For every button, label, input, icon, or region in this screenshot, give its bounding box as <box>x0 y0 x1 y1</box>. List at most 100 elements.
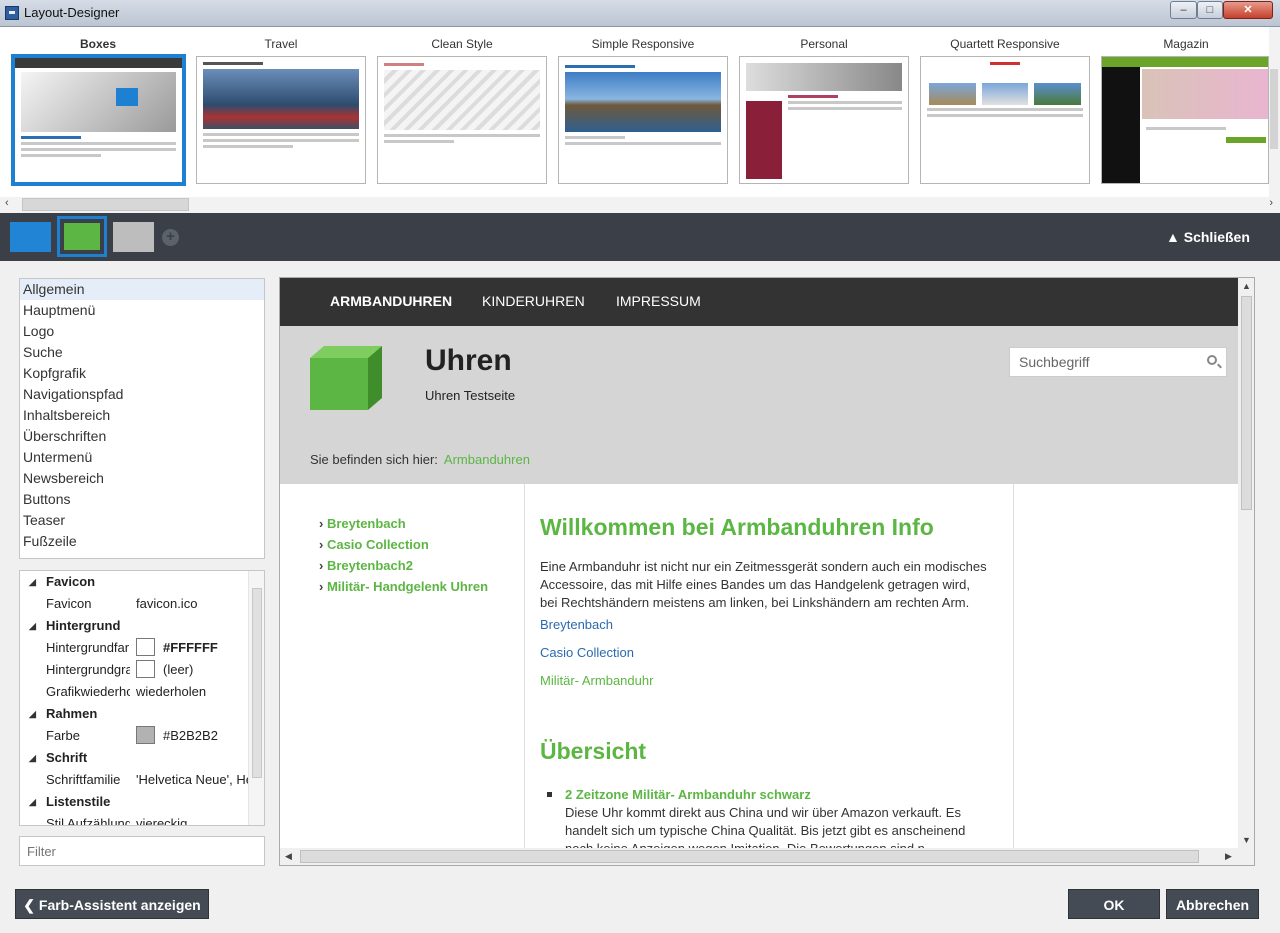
template-clean-style[interactable]: Clean Style <box>377 37 547 184</box>
nav-item-logo[interactable]: Logo <box>20 321 264 342</box>
scroll-right-icon[interactable]: ▶ <box>1225 851 1232 862</box>
gallery-horizontal-scrollbar[interactable]: ‹ › <box>0 197 1280 213</box>
nav-item-fusszeile[interactable]: Fußzeile <box>20 531 264 552</box>
template-name: Boxes <box>79 37 117 51</box>
nav-item-teaser[interactable]: Teaser <box>20 510 264 531</box>
nav-item-suche[interactable]: Suche <box>20 342 264 363</box>
color-chip[interactable] <box>136 726 155 745</box>
color-chip[interactable] <box>136 638 155 657</box>
prop-row-list-style[interactable]: Stil Aufzählung viereckig <box>20 813 264 825</box>
nav-item-hauptmenu[interactable]: Hauptmenü <box>20 300 264 321</box>
nav-item-kopfgrafik[interactable]: Kopfgrafik <box>20 363 264 384</box>
nav-item-buttons[interactable]: Buttons <box>20 489 264 510</box>
add-color-icon[interactable]: + <box>162 229 179 246</box>
minimize-button[interactable]: – <box>1170 1 1197 19</box>
prop-row-font-family[interactable]: Schriftfamilie'Helvetica Neue', Helvetic… <box>20 769 264 791</box>
scroll-thumb[interactable] <box>300 850 1199 863</box>
preview-header: Uhren Uhren Testseite Suchbegriff Sie be… <box>280 326 1238 484</box>
maximize-button[interactable]: □ <box>1197 1 1223 19</box>
prop-row-border-color[interactable]: Farbe #B2B2B2 <box>20 725 264 747</box>
color-swatch-gray[interactable] <box>113 222 154 252</box>
template-gallery: Boxes Travel Clean Style Simple Responsi… <box>0 27 1280 213</box>
color-assistant-button[interactable]: ❮ Farb-Assistent anzeigen <box>15 889 209 919</box>
cancel-button[interactable]: Abbrechen <box>1166 889 1259 919</box>
prop-category-rahmen[interactable]: ◢ Rahmen <box>20 703 264 725</box>
prop-row-bg-image[interactable]: Hintergrundgrafik(leer) <box>20 659 264 681</box>
scroll-left-icon[interactable]: ‹ <box>5 197 9 209</box>
image-chip[interactable] <box>136 660 155 679</box>
nav-item-allgemein[interactable]: Allgemein <box>20 279 264 300</box>
submenu-item[interactable]: Breytenbach2 <box>319 558 413 573</box>
preview-menu-item-kinderuhren[interactable]: KINDERUHREN <box>482 293 585 309</box>
nav-item-ueberschriften[interactable]: Überschriften <box>20 426 264 447</box>
collapse-icon[interactable]: ◢ <box>29 615 36 637</box>
template-name: Quartett Responsive <box>950 37 1060 51</box>
template-travel[interactable]: Travel <box>196 37 366 184</box>
prop-category-favicon[interactable]: ◢ Favicon <box>20 571 264 593</box>
preview-submenu: Breytenbach Casio Collection Breytenbach… <box>280 484 525 865</box>
site-logo-cube[interactable] <box>310 346 382 410</box>
overview-heading: Übersicht <box>540 738 647 764</box>
prop-category-schrift[interactable]: ◢ Schrift <box>20 747 264 769</box>
color-swatch-green[interactable] <box>57 216 107 257</box>
template-simple-responsive[interactable]: Simple Responsive <box>558 37 728 184</box>
content-link[interactable]: Militär- Armbanduhr <box>540 673 653 688</box>
breadcrumb-current[interactable]: Armbanduhren <box>444 452 530 467</box>
overview-item-title[interactable]: 2 Zeitzone Militär- Armbanduhr schwarz <box>547 786 995 804</box>
collapse-icon[interactable]: ◢ <box>29 703 36 725</box>
chevron-left-icon: ❮ <box>23 897 35 913</box>
submenu-item[interactable]: Breytenbach <box>319 516 406 531</box>
content-intro: Eine Armbanduhr ist nicht nur ein Zeitme… <box>540 559 987 610</box>
ok-button[interactable]: OK <box>1068 889 1160 919</box>
prop-row-bg-repeat[interactable]: Grafikwiederholungwiederholen <box>20 681 264 703</box>
template-boxes[interactable]: Boxes <box>11 37 186 186</box>
scroll-up-icon[interactable]: ▲ <box>1242 281 1251 291</box>
color-assistant-label: Farb-Assistent anzeigen <box>38 897 201 913</box>
template-quartett-responsive[interactable]: Quartett Responsive <box>920 37 1090 184</box>
property-grid-scrollbar[interactable] <box>248 571 264 825</box>
scroll-left-icon[interactable]: ◀ <box>285 851 292 862</box>
preview-menu-item-impressum[interactable]: IMPRESSUM <box>616 293 701 309</box>
preview-main-menu: ARMBANDUHREN KINDERUHREN IMPRESSUM <box>280 278 1238 326</box>
nav-item-newsbereich[interactable]: Newsbereich <box>20 468 264 489</box>
scroll-right-icon[interactable]: › <box>1269 197 1273 209</box>
content-link[interactable]: Breytenbach <box>540 617 613 632</box>
submenu-item[interactable]: Militär- Handgelenk Uhren <box>319 579 488 594</box>
search-icon[interactable] <box>1207 355 1217 365</box>
close-panel-label: Schließen <box>1183 229 1250 245</box>
scroll-thumb[interactable] <box>1241 296 1252 510</box>
preview-search-input[interactable]: Suchbegriff <box>1009 347 1227 377</box>
content-link[interactable]: Casio Collection <box>540 645 634 660</box>
template-thumbnail <box>739 56 909 184</box>
close-panel-button[interactable]: ▲ Schließen <box>1166 229 1250 245</box>
prop-category-listenstile[interactable]: ◢ Listenstile <box>20 791 264 813</box>
template-thumbnail <box>11 54 186 186</box>
prop-category-hintergrund[interactable]: ◢ Hintergrund <box>20 615 264 637</box>
collapse-icon[interactable]: ◢ <box>29 747 36 769</box>
close-window-button[interactable]: ✕ <box>1223 1 1273 19</box>
settings-category-list: Allgemein Hauptmenü Logo Suche Kopfgrafi… <box>19 278 265 559</box>
scroll-down-icon[interactable]: ▼ <box>1242 835 1251 845</box>
nav-item-inhaltsbereich[interactable]: Inhaltsbereich <box>20 405 264 426</box>
preview-horizontal-scrollbar[interactable]: ◀ ▶ <box>280 848 1254 865</box>
template-thumbnail <box>1101 56 1269 184</box>
scroll-thumb[interactable] <box>22 198 189 211</box>
prop-row-bg-color[interactable]: Hintergrundfarbe#FFFFFF <box>20 637 264 659</box>
nav-item-navigationspfad[interactable]: Navigationspfad <box>20 384 264 405</box>
prop-row-favicon[interactable]: Favicon favicon.ico <box>20 593 264 615</box>
breadcrumb: Sie befinden sich hier: Armbanduhren <box>310 452 530 467</box>
gallery-vertical-scrollbar[interactable] <box>1269 27 1280 197</box>
submenu-item[interactable]: Casio Collection <box>319 537 429 552</box>
color-scheme-bar: + ▲ Schließen <box>0 213 1280 261</box>
template-personal[interactable]: Personal <box>739 37 909 184</box>
site-subtitle: Uhren Testseite <box>425 388 516 403</box>
preview-menu-item-armbanduhren[interactable]: ARMBANDUHREN <box>330 293 452 309</box>
color-swatch-blue[interactable] <box>10 222 51 252</box>
chevron-up-icon: ▲ <box>1166 229 1180 245</box>
nav-item-untermenu[interactable]: Untermenü <box>20 447 264 468</box>
filter-input[interactable] <box>19 836 265 866</box>
template-magazin[interactable]: Magazin <box>1101 37 1271 184</box>
collapse-icon[interactable]: ◢ <box>29 791 36 813</box>
collapse-icon[interactable]: ◢ <box>29 571 36 593</box>
preview-vertical-scrollbar[interactable]: ▲ ▼ <box>1238 278 1254 848</box>
